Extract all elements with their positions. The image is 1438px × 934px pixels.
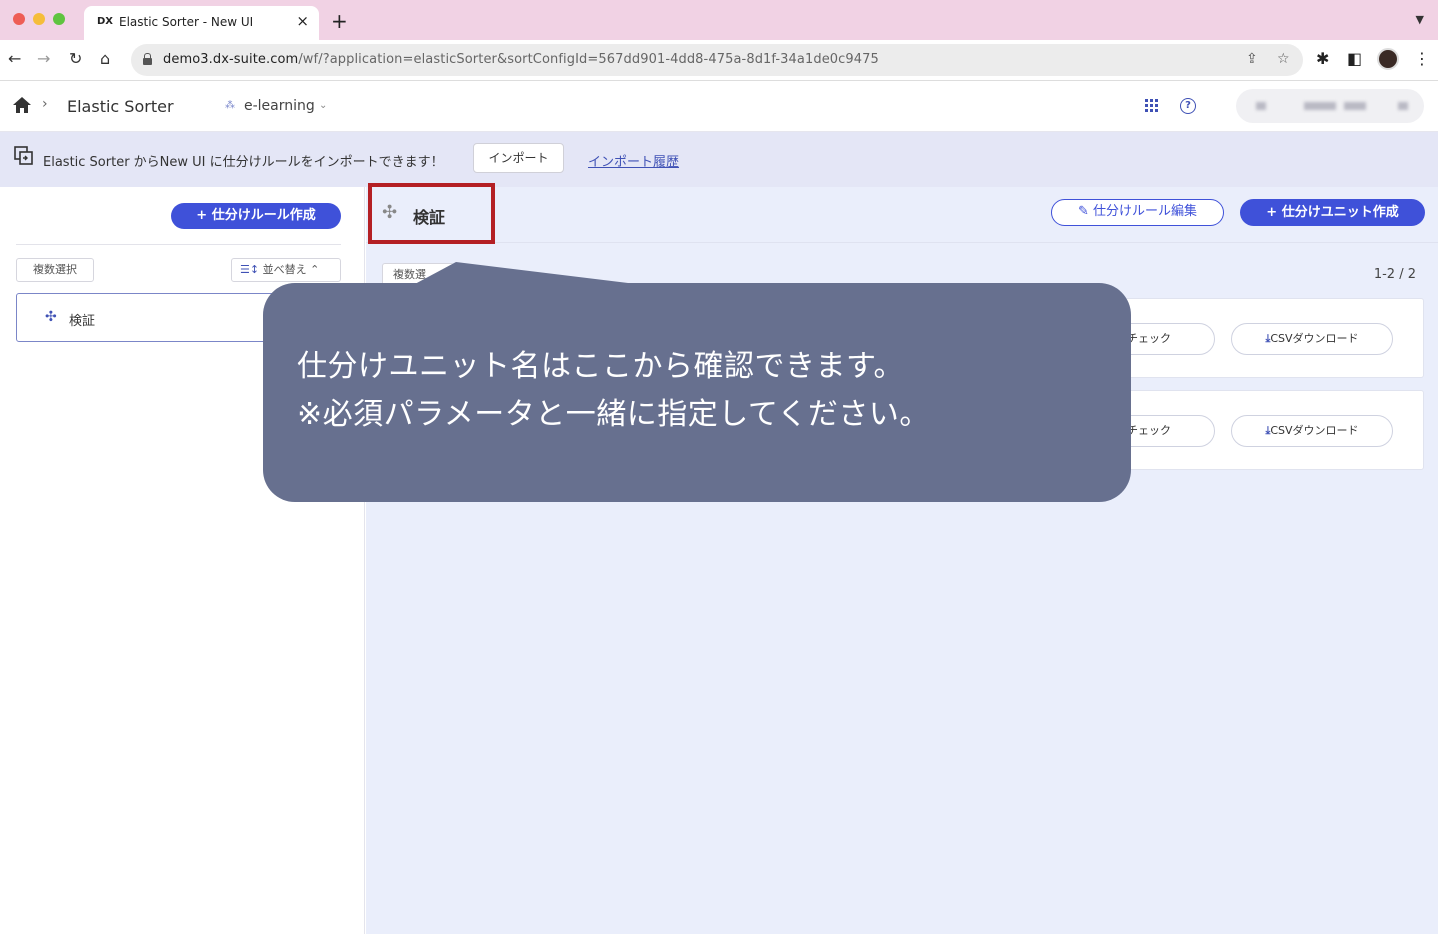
blurred-user-info <box>1256 102 1266 110</box>
pagination-count: 1-2 / 2 <box>1373 267 1416 282</box>
app-header: › Elastic Sorter ⁂ e-learning ⌄ ? <box>0 81 1438 132</box>
side-panel-icon[interactable]: ◧ <box>1347 49 1362 68</box>
tab-close-icon[interactable]: × <box>296 12 309 30</box>
reload-icon[interactable]: ↻ <box>69 49 82 68</box>
forward-arrow-icon[interactable]: → <box>37 49 50 68</box>
highlight-box <box>368 183 495 244</box>
browser-tab[interactable]: DX Elastic Sorter - New UI × <box>84 6 319 40</box>
edit-rule-label: 仕分けルール編集 <box>1093 204 1198 219</box>
csv-download-button[interactable]: ⤓CSVダウンロード <box>1231 323 1393 355</box>
multi-select-button[interactable]: 複数選択 <box>16 258 94 282</box>
browser-toolbar: ← → ↻ ⌂ demo3.dx-suite.com/wf/?applicati… <box>0 40 1438 81</box>
maximize-window-button[interactable] <box>53 13 65 25</box>
sort-button[interactable]: ☰↕ 並べ替え ⌃ <box>231 258 341 282</box>
import-banner: Elastic Sorter からNew UI に仕分けルールをインポートできま… <box>0 132 1438 187</box>
banner-message: Elastic Sorter からNew UI に仕分けルールをインポートできま… <box>43 155 444 170</box>
extensions-puzzle-icon[interactable]: ✱ <box>1316 49 1329 68</box>
breadcrumb-chevron-icon: › <box>42 96 48 112</box>
user-menu[interactable] <box>1236 89 1424 123</box>
edit-rule-button[interactable]: ✎ 仕分けルール編集 <box>1051 199 1224 226</box>
lock-icon <box>143 53 152 65</box>
home-nav-icon[interactable] <box>12 96 32 114</box>
create-unit-button[interactable]: + 仕分けユニット作成 <box>1240 199 1425 226</box>
url-text: demo3.dx-suite.com/wf/?application=elast… <box>163 52 879 67</box>
import-history-link[interactable]: インポート履歴 <box>588 151 679 170</box>
workspace-icon: ⁂ <box>225 100 235 111</box>
sort-label: 並べ替え <box>262 263 307 276</box>
callout-line-2: ※必須パラメータと一緒に指定してください。 <box>297 397 930 432</box>
rule-header: ✣ 検証 ✎ 仕分けルール編集 + 仕分けユニット作成 <box>366 187 1438 243</box>
app-grid-icon[interactable] <box>1145 99 1158 112</box>
minimize-window-button[interactable] <box>33 13 45 25</box>
help-icon[interactable]: ? <box>1180 98 1196 114</box>
csv-download-label: CSVダウンロード <box>1270 332 1359 345</box>
callout-line-1: 仕分けユニット名はここから確認できます。 <box>297 349 904 384</box>
chevron-up-icon: ⌃ <box>310 263 320 276</box>
tab-list-chevron-icon[interactable]: ▼ <box>1416 13 1424 26</box>
browser-menu-icon[interactable]: ⋮ <box>1414 49 1430 68</box>
close-window-button[interactable] <box>13 13 25 25</box>
sort-icon: ☰↕ <box>240 263 260 276</box>
move-icon: ✣ <box>45 309 57 325</box>
tab-title: Elastic Sorter - New UI <box>119 15 254 29</box>
bookmark-star-icon[interactable]: ☆ <box>1277 51 1290 67</box>
import-icon <box>14 146 33 165</box>
edit-icon: ✎ <box>1077 204 1089 219</box>
address-bar[interactable]: demo3.dx-suite.com/wf/?application=elast… <box>131 44 1303 76</box>
dx-favicon-icon: DX <box>97 16 114 27</box>
chevron-down-icon[interactable]: ⌄ <box>319 100 327 111</box>
new-tab-button[interactable]: + <box>331 9 348 33</box>
divider <box>16 244 341 245</box>
callout-text: 仕分けユニット名はここから確認できます。 ※必須パラメータと一緒に指定してくださ… <box>297 343 1117 439</box>
import-button[interactable]: インポート <box>473 143 564 173</box>
workspace-selector[interactable]: e-learning <box>244 98 315 114</box>
share-icon[interactable]: ⇪ <box>1246 51 1258 67</box>
profile-avatar[interactable] <box>1377 48 1399 70</box>
create-rule-button[interactable]: + 仕分けルール作成 <box>171 203 341 229</box>
browser-tab-bar: DX Elastic Sorter - New UI × + ▼ <box>0 0 1438 40</box>
csv-download-button[interactable]: ⤓CSVダウンロード <box>1231 415 1393 447</box>
home-icon[interactable]: ⌂ <box>100 49 110 68</box>
back-arrow-icon[interactable]: ← <box>8 49 21 68</box>
csv-download-label: CSVダウンロード <box>1270 424 1359 437</box>
rule-item-label: 検証 <box>69 314 96 329</box>
app-title[interactable]: Elastic Sorter <box>67 97 174 116</box>
